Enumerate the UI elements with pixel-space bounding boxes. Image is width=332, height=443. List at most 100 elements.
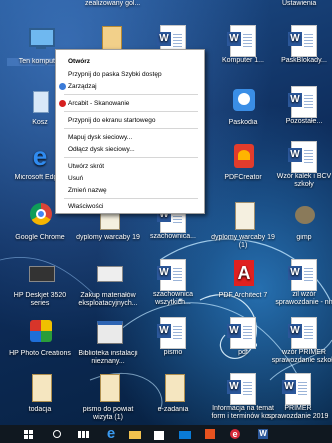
gimp-icon [289,200,319,232]
office-icon[interactable] [203,427,217,441]
menu-item-map-drive[interactable]: Mapuj dysk sieciowy... [68,133,200,142]
menu-item-pin-quick-access[interactable]: Przypnij do paska Szybki dostęp [68,70,200,79]
printer-icon [25,258,55,290]
search-icon[interactable] [50,427,64,441]
desktop-icon-wzor-kalek[interactable]: Wzór kalek i BCV szkoły [271,140,332,189]
menu-item-label: Właściwości [68,203,104,210]
ie-icon[interactable]: e [228,427,242,441]
desktop-icon-label: PDF Architect 7 [218,292,268,299]
menu-item-label: Odłącz dysk sieciowy... [68,146,135,153]
menu-item-label: Przypnij do paska Szybki dostęp [68,71,162,78]
desktop-icon-dyplomy-1[interactable]: dyplomy warcaby 19 (1) [210,200,276,250]
task-view-icon[interactable] [76,427,90,441]
bunny-app-icon [228,85,258,117]
word-document-icon [288,317,317,349]
desktop-icon-pismo[interactable]: pismo [140,316,206,357]
word-document-icon [288,141,317,173]
word-document-icon [157,259,186,291]
desktop-icon-label: pdf [238,349,248,356]
menu-item-rename[interactable]: Zmień nazwę [68,186,200,195]
shield-icon [59,83,66,90]
desktop-icon-pdfcreator[interactable]: PDFCreator [210,140,276,182]
desktop-icon-e-zadania[interactable]: e-zadania [140,372,206,414]
desktop-icon-label: Biblioteka instalacji nieznany... [78,350,138,365]
desktop-icon-zil-wzor[interactable]: zil wzór sprawozdanie - nn [271,258,332,307]
menu-item-open[interactable]: Otwórz [68,57,200,66]
desktop-icon-label: zil wzór sprawozdanie - nn [275,291,332,306]
desktop-icon-pozostale[interactable]: Pozostałe... [271,85,332,126]
menu-item-disconnect-drive[interactable]: Odłącz dysk sieciowy... [68,145,200,154]
desktop[interactable]: zealizowany gol... Ustawienia Ten komput… [0,0,332,425]
desktop-icon-label: dyplomy warcaby 19 (1) [211,234,275,249]
desktop-icon-zakup[interactable]: Zakup materiałów eksploatacyjnych... [75,258,141,308]
desktop-icon-label: PRIMER sprawozdanie 2019 [267,405,329,420]
desktop-icon-hp-deskjet[interactable]: HP Deskjet 3520 series [7,258,73,308]
top-label-1: zealizowany gol... [85,0,141,7]
desktop-icon-label: dyplomy warcaby 19 [76,234,140,241]
edge-icon: e [32,141,48,171]
desktop-icon-wzor-primer[interactable]: wzór PRIMER sprawozdanie szkoły [271,316,332,365]
windows-start-icon[interactable] [22,427,36,441]
desktop-icon-pismo-powiat[interactable]: pismo do powiat wizyta (1) [75,372,141,422]
desktop-icon-label: wzór PRIMER sprawozdanie szkoły [271,349,332,364]
image-document-icon [228,200,258,232]
menu-item-label: Otwórz [68,58,91,65]
menu-item-label: Usuń [68,175,84,182]
pdfcreator-icon [228,140,258,172]
desktop-icon-hp-photo[interactable]: HP Photo Creations [7,316,73,358]
desktop-icon-paskodia[interactable]: Paskodia [210,85,276,127]
desktop-icon-primer-2019[interactable]: PRIMER sprawozdanie 2019 [265,372,331,421]
menu-item-label: Utwórz skrót [68,163,105,170]
menu-separator [64,111,198,112]
desktop-icon-todacja[interactable]: todacja [7,372,73,414]
desktop-icon-pdf[interactable]: pdf [210,316,276,357]
menu-item-label: Zarządzaj [68,83,97,90]
menu-item-label: Zmień nazwę [68,187,107,194]
mail-icon[interactable] [178,427,192,441]
desktop-icon-label: PDFCreator [224,174,262,181]
image-document-icon [25,372,55,404]
desktop-icon-label: szachownica wszytkich... [152,291,194,306]
desktop-icon-gimp[interactable]: gimp [271,200,332,242]
word-icon[interactable]: W [256,427,270,441]
taskbar: e e W [0,425,332,443]
menu-item-properties[interactable]: Właściwości [68,202,200,211]
desktop-icon-pdf-architect[interactable]: A PDF Architect 7 [210,258,276,300]
menu-item-delete[interactable]: Usuń [68,174,200,183]
desktop-icon-label: PaskBlokady... [281,57,327,64]
desktop-icon-label: todacja [28,406,52,413]
pdf-architect-icon: A [228,258,258,290]
desktop-icon-label: pismo do powiat wizyta (1) [82,406,134,421]
desktop-icon-biblioteka[interactable]: Biblioteka instalacji nieznany... [75,316,141,366]
store-icon[interactable] [152,427,166,441]
menu-item-manage[interactable]: Zarządzaj [59,82,200,91]
desktop-icon-szachownica-2[interactable]: szachownica wszytkich... [140,258,206,307]
menu-item-create-shortcut[interactable]: Utwórz skrót [68,162,200,171]
file-explorer-icon[interactable] [128,427,142,441]
desktop-icon-label: Paskodia [228,119,258,126]
menu-item-label: Arcabit - Skanowanie [68,100,130,107]
word-document-icon [288,25,317,57]
desktop-icon-label: Google Chrome [15,234,65,241]
desktop-icon-label: Zakup materiałów eksploatacyjnych... [78,292,138,307]
word-document-icon [288,259,317,291]
menu-separator [64,157,198,158]
word-document-icon [227,317,256,349]
menu-item-label: Mapuj dysk sieciowy... [68,134,133,141]
computer-icon [25,24,55,56]
menu-separator [64,94,198,95]
word-document-icon [282,373,311,405]
desktop-icon-komputer[interactable]: Komputer 1... [210,24,276,65]
desktop-icon-label: gimp [296,234,312,241]
recycle-bin-icon [25,85,55,117]
word-document-icon [227,25,256,57]
desktop-icon-pask[interactable]: PaskBlokady... [271,24,332,65]
desktop-icon-label: e-zadania [157,406,189,413]
desktop-icon-label: szachownica... [150,233,196,240]
menu-separator [64,128,198,129]
word-document-icon [288,86,317,118]
image-document-icon [158,372,188,404]
edge-icon[interactable]: e [104,426,118,441]
menu-item-arcabit-scan[interactable]: Arcabit - Skanowanie [59,99,200,108]
menu-item-pin-start[interactable]: Przypnij do ekranu startowego [68,116,200,125]
